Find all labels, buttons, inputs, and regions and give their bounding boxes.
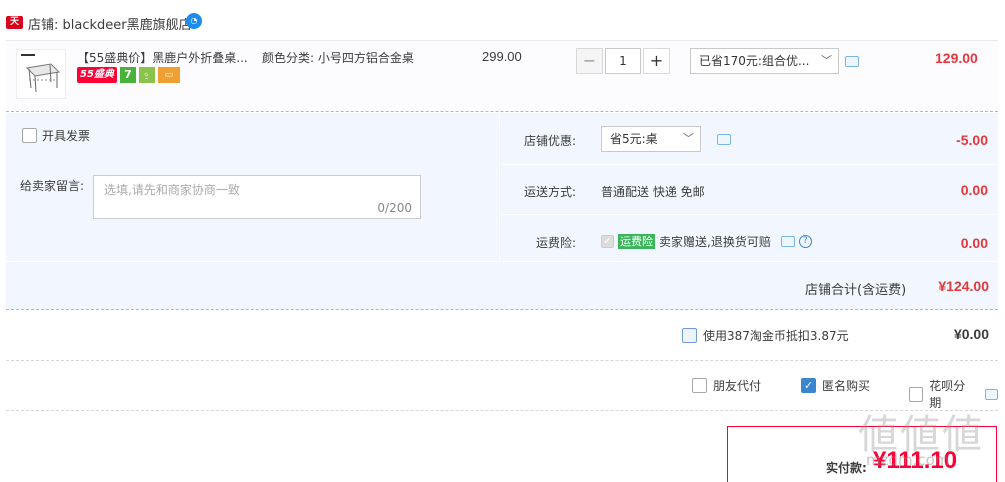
shop-discount-label: 店铺优惠: [523,134,576,148]
shop-total-row: 店铺合计(含运费) ¥124.00 [6,261,998,309]
shop-discount-value-text: 省5元:桌 [610,132,658,146]
chevron-down-icon: ﹀ [821,54,832,67]
decrease-quantity-button[interactable]: − [576,48,603,74]
row-total-price: 129.00 [935,50,978,66]
invoice-option[interactable]: 开具发票 [22,127,90,144]
seven-day-return-icon[interactable]: 7 [119,67,136,83]
product-thumbnail[interactable] [16,49,66,99]
festival-badge: 55盛典 [77,67,117,83]
actual-payment-label: 实付款: [826,461,867,475]
order-options-panel: 开具发票 给卖家留言: 选填,请先和商家协商一致 0/200 店铺优惠: 省5元… [6,113,998,310]
quantity-input[interactable]: 1 [605,48,641,74]
question-icon[interactable]: ? [798,235,812,248]
shop-label: 店铺: [28,18,59,33]
credit-card-icon[interactable]: ▭ [157,67,180,83]
shipping-amount: 0.00 [960,182,988,198]
taobao-coin-checkbox[interactable] [682,328,697,343]
item-promotion-value: 已省170元:组合优... [699,54,810,68]
freight-insurance-desc: 卖家赠送,退换货可赔 [659,235,771,249]
freight-insurance-label: 运费险: [535,236,576,250]
shop-header: 天猫 店铺: blackdeer黑鹿旗舰店 ◔ [0,0,1005,42]
freight-insurance-option: ✓ 运费险 卖家赠送,退换货可赔 ? [601,233,812,250]
shop-total-amount: ¥124.00 [938,278,989,294]
anonymous-purchase-label: 匿名购买 [822,379,871,393]
payment-extras-row: 朋友代付 ✓ 匿名购买 花呗分期 [6,361,998,411]
anonymous-purchase-checkbox[interactable]: ✓ [801,378,816,393]
unit-price: 299.00 [482,49,522,64]
taobao-coin-label: 使用387淘金币抵扣3.87元 [703,329,849,343]
shop-discount-row: 店铺优惠: 省5元:桌 ﹀ -5.00 [501,113,998,165]
shipping-method: 普通配送 快递 免邮 [601,185,705,199]
tmall-icon: 天猫 [6,16,23,40]
chat-bubble-icon[interactable] [845,56,859,67]
anonymous-purchase-option[interactable]: ✓ 匿名购买 [801,377,870,394]
shop-discount-amount: -5.00 [956,132,988,148]
friend-pay-checkbox[interactable] [692,378,707,393]
wangwang-chat-icon[interactable]: ◔ [186,13,202,29]
shipping-row: 运送方式: 普通配送 快递 免邮 0.00 [501,165,998,215]
shop-discount-select[interactable]: 省5元:桌 ﹀ [601,126,701,152]
friend-pay-label: 朋友代付 [713,379,762,393]
increase-quantity-button[interactable]: + [643,48,670,74]
taobao-coin-row: 使用387淘金币抵扣3.87元 ¥0.00 [6,311,998,361]
invoice-checkbox[interactable] [22,128,37,143]
sku-value: 小号四方铝合金桌 [317,51,414,65]
friend-pay-option[interactable]: 朋友代付 [692,377,761,394]
shop-total-label: 店铺合计(含运费) [805,283,907,298]
product-title-link[interactable]: 【55盛典价】黑鹿户外折叠桌... [77,49,252,66]
seller-message-placeholder: 选填,请先和商家协商一致 [104,183,240,197]
shipping-label: 运送方式: [523,185,576,199]
seller-message-input[interactable]: 选填,请先和商家协商一致 0/200 [93,175,421,219]
chat-bubble-icon[interactable] [717,134,731,145]
product-sku: 颜色分类: 小号四方铝合金桌 [262,49,414,66]
folding-table-image [21,54,61,93]
sku-label: 颜色分类: [262,51,315,65]
product-row: 【55盛典价】黑鹿户外折叠桌... 55盛典 7 ⍚ ▭ 颜色分类: 小号四方铝… [6,40,998,112]
seller-message-label: 给卖家留言: [20,179,85,193]
site-watermark-url: mzdm.com [866,451,950,469]
shop-name-link[interactable]: blackdeer黑鹿旗舰店 [63,18,192,33]
taobao-coin-amount: ¥0.00 [953,326,989,342]
freight-insurance-row: 运费险: ✓ 运费险 卖家赠送,退换货可赔 ? 0.00 [501,215,998,261]
chat-bubble-icon[interactable] [780,236,795,247]
shop-name[interactable]: 店铺: blackdeer黑鹿旗舰店 [28,14,192,33]
service-cup-icon[interactable]: ⍚ [138,67,155,83]
seller-message-counter: 0/200 [377,201,412,215]
freight-insurance-tag: 运费险 [618,234,655,249]
taobao-coin-option[interactable]: 使用387淘金币抵扣3.87元 [682,327,849,344]
item-promotion-select[interactable]: 已省170元:组合优... ﹀ [690,48,839,74]
product-badges: 55盛典 7 ⍚ ▭ [77,67,180,83]
huabei-installment-checkbox[interactable] [909,386,924,402]
left-options-column: 开具发票 给卖家留言: 选填,请先和商家协商一致 0/200 [6,113,500,261]
invoice-label: 开具发票 [42,129,91,143]
freight-insurance-checkbox: ✓ [601,235,614,248]
quantity-stepper: − 1 + [576,48,670,74]
chevron-down-icon: ﹀ [683,132,694,145]
chat-bubble-icon[interactable] [984,388,998,400]
freight-insurance-amount: 0.00 [960,235,988,251]
